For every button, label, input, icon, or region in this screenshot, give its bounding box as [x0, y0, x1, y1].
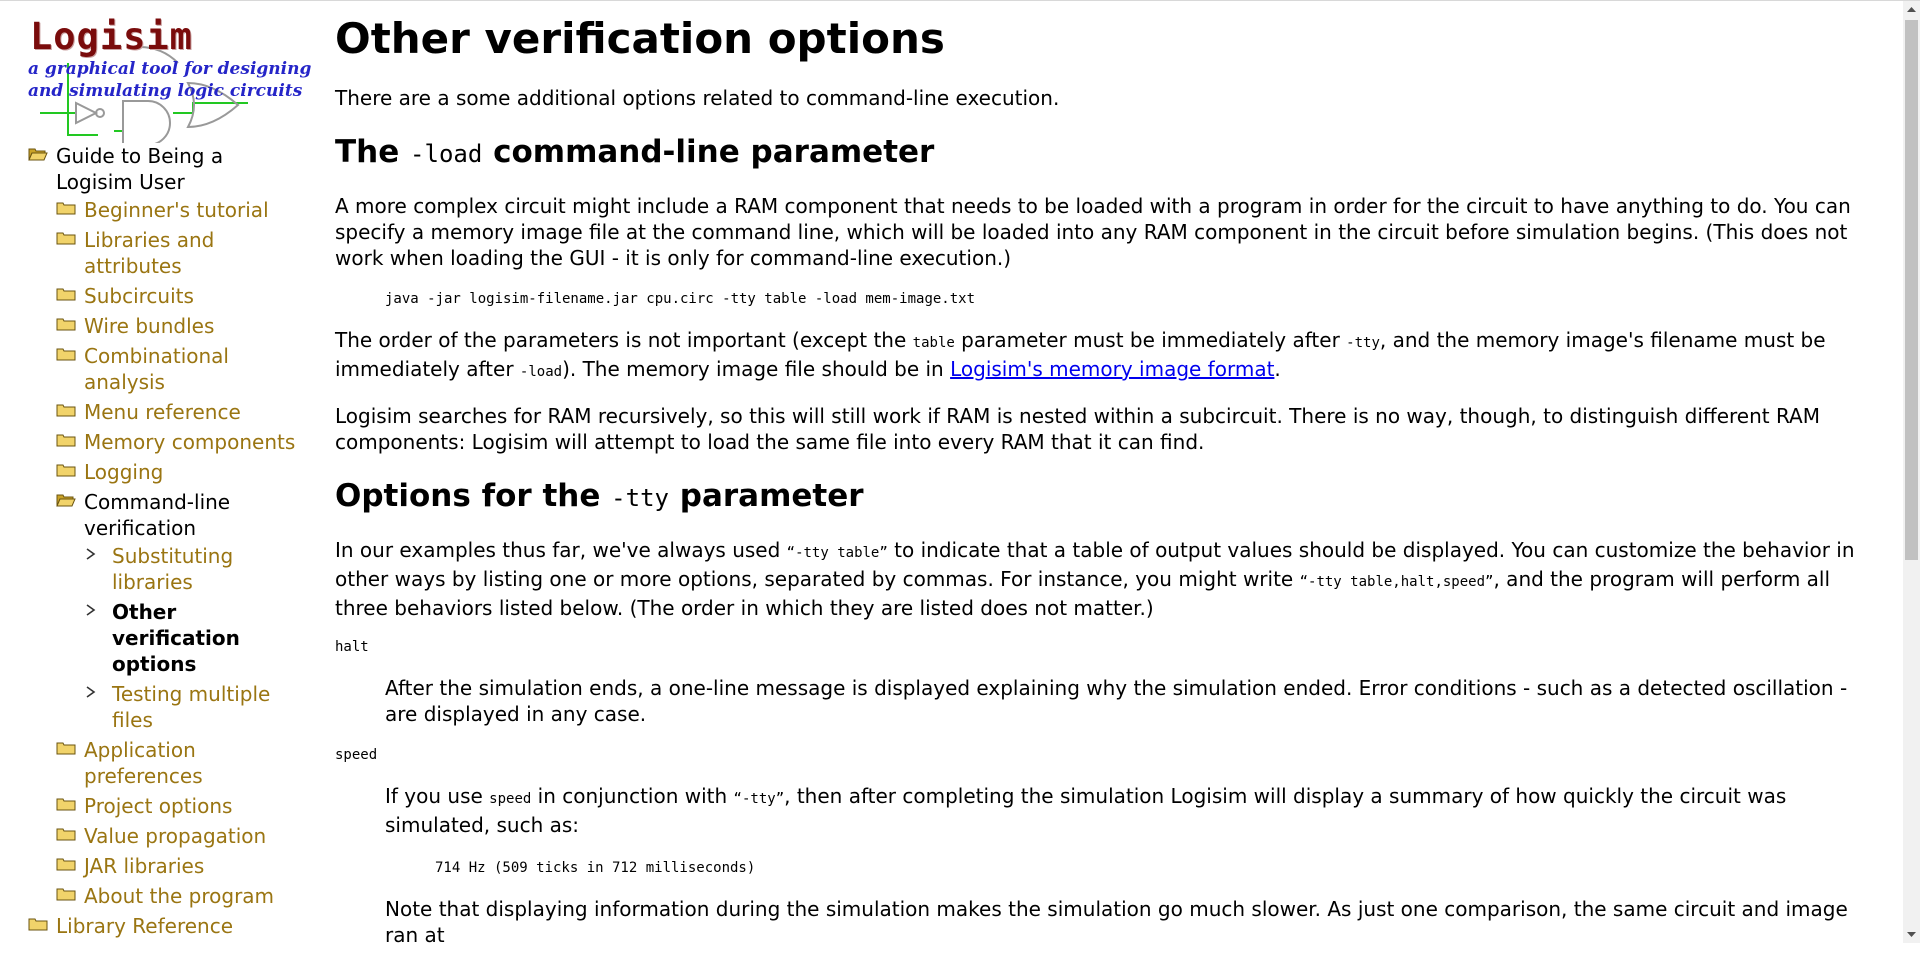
paragraph: If you use speed in conjunction with “-t…	[385, 784, 1787, 837]
inline-code: -tty	[1346, 335, 1380, 351]
paragraph: Logisim searches for RAM recursively, so…	[335, 404, 1820, 454]
folder-icon	[56, 798, 76, 811]
nav-item-libraries-and-attributes[interactable]: Libraries and attributes	[56, 227, 306, 279]
nav-item-menu-reference[interactable]: Menu reference	[56, 399, 306, 425]
folder-open-icon	[56, 494, 76, 507]
scrollbar-thumb[interactable]	[1905, 20, 1918, 560]
nav-root-label: Guide to Being a Logisim User	[56, 144, 224, 194]
inline-code: -tty	[611, 484, 669, 512]
logo-title: Logisim	[30, 15, 193, 58]
command-example: java -jar logisim-filename.jar cpu.circ …	[385, 291, 976, 307]
folder-icon	[56, 434, 76, 447]
nav-link[interactable]: Subcircuits	[84, 284, 194, 308]
nav-item-beginners-tutorial[interactable]: Beginner's tutorial	[56, 197, 306, 223]
logo-tagline: and simulating logic circuits	[28, 81, 303, 101]
nav-current-page: Other verification options	[112, 600, 240, 676]
main-content: Other verification options There are a s…	[335, 1, 1885, 966]
nav-link[interactable]: JAR libraries	[84, 854, 204, 878]
option-description: If you use speed in conjunction with “-t…	[385, 783, 1885, 838]
page-title: Other verification options	[335, 14, 945, 63]
folder-icon	[56, 404, 76, 417]
folder-icon	[56, 202, 76, 215]
nav-item-application-preferences[interactable]: Application preferences	[56, 737, 306, 789]
nav-link[interactable]: Libraries and attributes	[84, 228, 214, 278]
folder-icon	[56, 318, 76, 331]
nav-root: Guide to Being a Logisim User Beginner's…	[28, 143, 306, 909]
paragraph: In our examples thus far, we've always u…	[335, 538, 1855, 620]
speed-output-example: 714 Hz (509 ticks in 712 milliseconds)	[435, 860, 756, 876]
nav-subitem-other-verification-options: Other verification options	[84, 599, 306, 677]
nav-item-combinational-analysis[interactable]: Combinational analysis	[56, 343, 306, 395]
logo-tagline: a graphical tool for designing	[28, 59, 312, 79]
vertical-scrollbar[interactable]	[1903, 1, 1920, 943]
nav-link[interactable]: Project options	[84, 794, 232, 818]
nav-item-subcircuits[interactable]: Subcircuits	[56, 283, 306, 309]
nav-item-wire-bundles[interactable]: Wire bundles	[56, 313, 306, 339]
bullet-arrow-icon	[86, 686, 96, 698]
nav-link[interactable]: Testing multiple files	[112, 682, 270, 732]
nav-link[interactable]: Substituting libraries	[112, 544, 233, 594]
nav-item-memory-components[interactable]: Memory components	[56, 429, 306, 455]
option-term-halt: halt	[335, 639, 369, 655]
nav-item-value-propagation[interactable]: Value propagation	[56, 823, 306, 849]
nav-item-command-line-verification: Command-line verification Substituting l…	[56, 489, 306, 733]
folder-icon	[56, 742, 76, 755]
memory-image-format-link[interactable]: Logisim's memory image format	[950, 357, 1274, 381]
nav-link[interactable]: Application preferences	[84, 738, 203, 788]
bullet-arrow-icon	[86, 604, 96, 616]
inline-code: “-tty table”	[786, 545, 888, 561]
paragraph: Note that displaying information during …	[385, 897, 1848, 947]
nav-subitem-substituting-libraries[interactable]: Substituting libraries	[84, 543, 306, 595]
paragraph: A more complex circuit might include a R…	[335, 194, 1851, 270]
nav-subitem-testing-multiple-files[interactable]: Testing multiple files	[84, 681, 306, 733]
folder-icon	[56, 888, 76, 901]
nav-link[interactable]: Value propagation	[84, 824, 266, 848]
folder-icon	[56, 464, 76, 477]
sidebar-nav: Logisim a graphical tool for designing a…	[28, 15, 311, 943]
option-term-speed: speed	[335, 747, 378, 763]
inline-code: “-tty”	[733, 791, 785, 807]
folder-icon	[56, 828, 76, 841]
nav-current-section: Command-line verification	[84, 490, 231, 540]
bullet-arrow-icon	[86, 548, 96, 560]
folder-icon	[56, 288, 76, 301]
nav-link[interactable]: Beginner's tutorial	[84, 198, 269, 222]
nav-link[interactable]: About the program	[84, 884, 274, 908]
option-list: halt After the simulation ends, a one-li…	[335, 639, 1885, 838]
nav-item-jar-libraries[interactable]: JAR libraries	[56, 853, 306, 879]
folder-icon	[56, 348, 76, 361]
nav-item-logging[interactable]: Logging	[56, 459, 306, 485]
nav-link[interactable]: Library Reference	[56, 914, 233, 938]
nav-link[interactable]: Memory components	[84, 430, 295, 454]
section-heading-tty: Options for the -tty parameter	[335, 478, 864, 514]
section-heading-load: The -load command-line parameter	[335, 134, 935, 170]
scroll-down-arrow-icon[interactable]	[1903, 926, 1920, 943]
inline-code: speed	[489, 791, 532, 807]
paragraph: The order of the parameters is not impor…	[335, 328, 1826, 381]
nav-link[interactable]: Wire bundles	[84, 314, 214, 338]
inline-code: “-tty table,halt,speed”	[1299, 574, 1494, 590]
option-description: After the simulation ends, a one-line me…	[385, 675, 1885, 727]
inline-code: table	[912, 335, 955, 351]
nav-link[interactable]: Combinational analysis	[84, 344, 229, 394]
inline-code: -load	[410, 140, 483, 168]
nav-item-about-the-program[interactable]: About the program	[56, 883, 306, 909]
scroll-up-arrow-icon[interactable]	[1903, 1, 1920, 18]
folder-icon	[56, 232, 76, 245]
nav-link[interactable]: Menu reference	[84, 400, 241, 424]
paragraph: After the simulation ends, a one-line me…	[385, 676, 1848, 726]
folder-icon	[56, 858, 76, 871]
nav-tree: Guide to Being a Logisim User Beginner's…	[28, 143, 306, 939]
folder-open-icon	[28, 148, 48, 161]
inline-code: -load	[519, 364, 563, 380]
logisim-logo: Logisim a graphical tool for designing a…	[28, 15, 311, 143]
intro-paragraph: There are a some additional options rela…	[335, 86, 1060, 110]
nav-library-reference[interactable]: Library Reference	[28, 913, 306, 939]
nav-link[interactable]: Logging	[84, 460, 163, 484]
folder-icon	[28, 918, 48, 931]
nav-item-project-options[interactable]: Project options	[56, 793, 306, 819]
